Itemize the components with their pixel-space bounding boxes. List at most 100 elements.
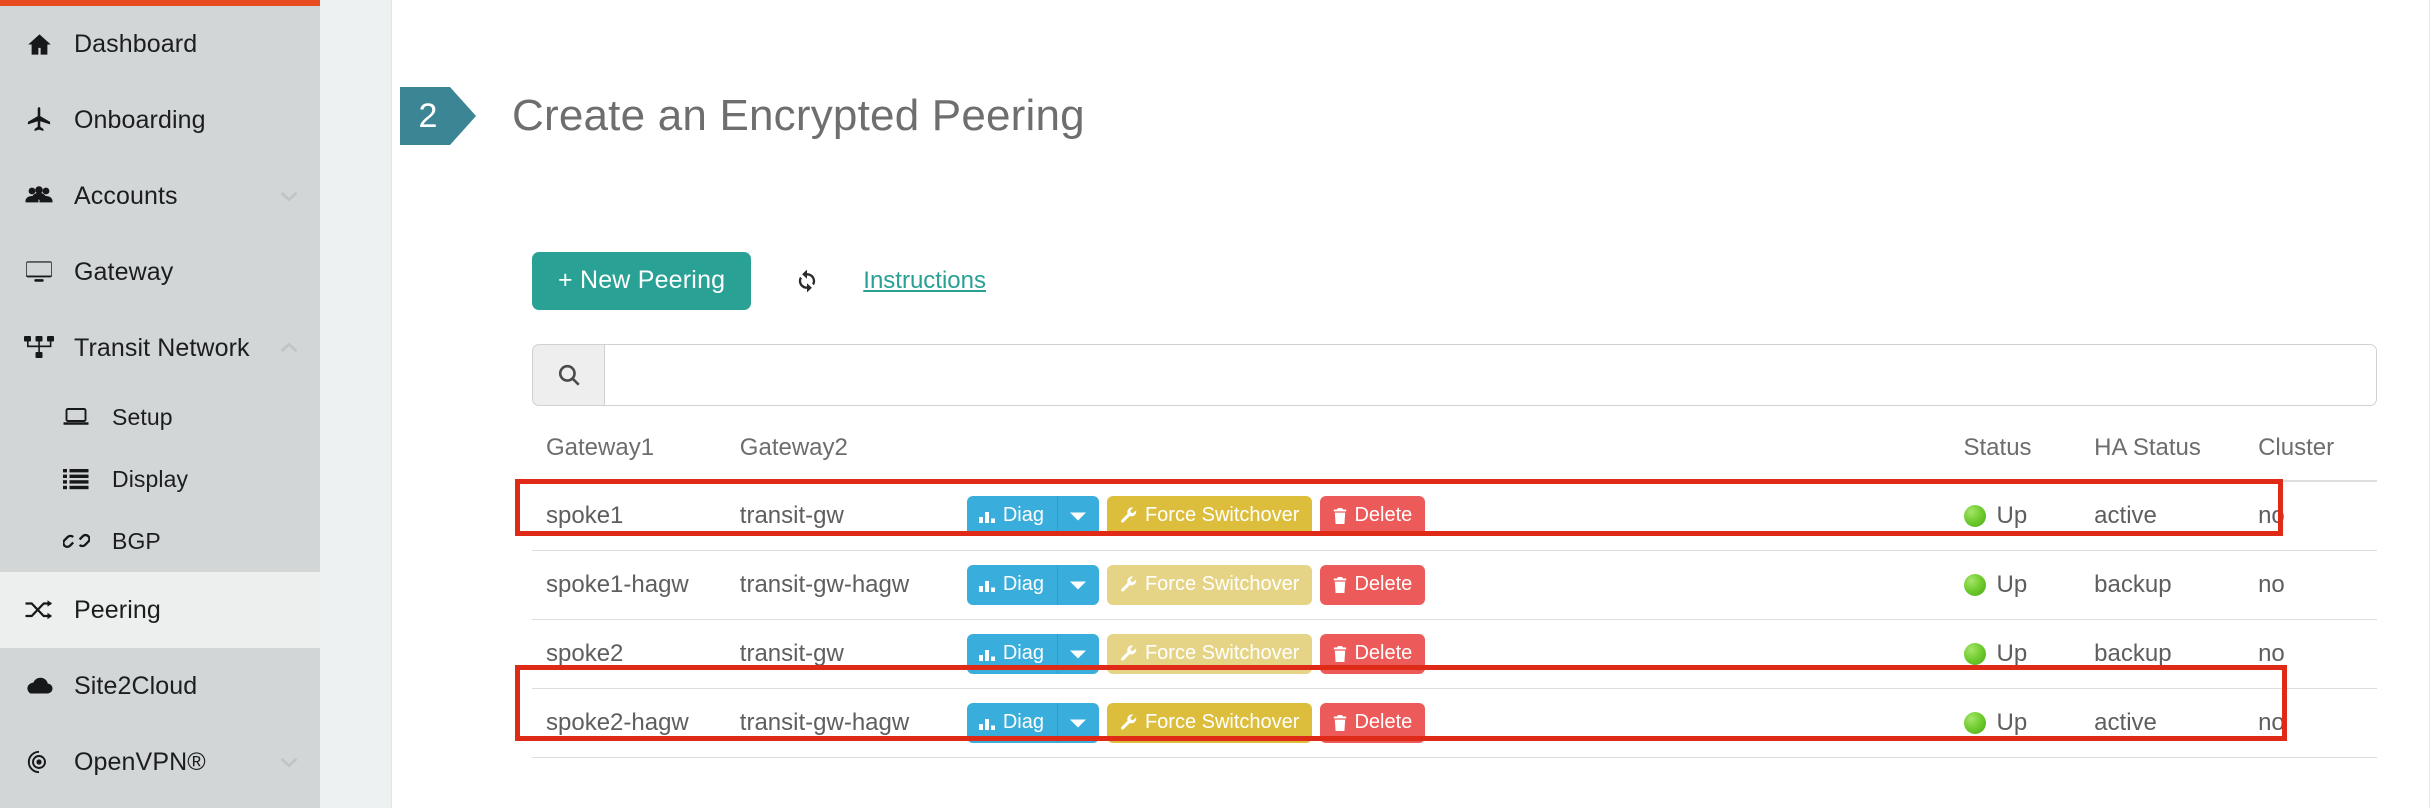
sidebar-item-display[interactable]: Display bbox=[0, 448, 320, 510]
caret-down-icon bbox=[1070, 718, 1086, 728]
sidebar-item-label: BGP bbox=[96, 528, 161, 555]
delete-button[interactable]: Delete bbox=[1320, 634, 1425, 674]
users-icon bbox=[18, 184, 60, 208]
diag-button-label: Diag bbox=[1003, 573, 1044, 596]
column-header-cluster[interactable]: Cluster bbox=[2244, 434, 2377, 481]
app-root: Dashboard Onboarding Accounts bbox=[0, 0, 2430, 808]
diag-button-group: Diag bbox=[967, 634, 1099, 674]
diag-dropdown-button[interactable] bbox=[1057, 565, 1099, 605]
step-badge: 2 bbox=[400, 87, 450, 145]
caret-down-icon bbox=[1070, 649, 1086, 659]
status-label: Up bbox=[1997, 640, 2028, 668]
sidebar-item-label: OpenVPN® bbox=[60, 748, 206, 777]
trash-icon bbox=[1333, 508, 1347, 524]
cell-actions: Diag bbox=[953, 550, 1684, 619]
cloud-icon bbox=[18, 675, 60, 697]
wrench-icon bbox=[1120, 507, 1137, 524]
status-label: Up bbox=[1997, 502, 2028, 530]
column-header-gateway2[interactable]: Gateway2 bbox=[726, 434, 953, 481]
search-icon[interactable] bbox=[532, 344, 604, 406]
sidebar-item-label: Site2Cloud bbox=[60, 672, 197, 701]
table-row[interactable]: spoke2 transit-gw Diag bbox=[532, 619, 2377, 688]
caret-down-icon bbox=[1070, 511, 1086, 521]
cell-ha-status: active bbox=[2080, 481, 2244, 551]
sidebar-item-onboarding[interactable]: Onboarding bbox=[0, 82, 320, 158]
force-switchover-button[interactable]: Force Switchover bbox=[1107, 496, 1313, 536]
delete-button-label: Delete bbox=[1354, 504, 1412, 527]
trash-icon bbox=[1333, 646, 1347, 662]
delete-button[interactable]: Delete bbox=[1320, 496, 1425, 536]
sidebar-item-transit-network[interactable]: Transit Network bbox=[0, 310, 320, 386]
cell-gateway2: transit-gw bbox=[726, 619, 953, 688]
force-switchover-button[interactable]: Force Switchover bbox=[1107, 703, 1313, 743]
diag-dropdown-button[interactable] bbox=[1057, 634, 1099, 674]
diag-button-group: Diag bbox=[967, 703, 1099, 743]
cell-ha-status: backup bbox=[2080, 619, 2244, 688]
chevron-down-icon[interactable] bbox=[274, 181, 304, 211]
refresh-icon[interactable] bbox=[787, 261, 827, 301]
sidebar: Dashboard Onboarding Accounts bbox=[0, 0, 320, 808]
search-input[interactable] bbox=[604, 344, 2377, 406]
chevron-up-icon[interactable] bbox=[274, 333, 304, 363]
table-row[interactable]: spoke1 transit-gw Diag bbox=[532, 481, 2377, 551]
sidebar-item-site2cloud[interactable]: Site2Cloud bbox=[0, 648, 320, 724]
cell-status: Up bbox=[1950, 481, 2081, 551]
cell-gateway1: spoke1-hagw bbox=[532, 550, 726, 619]
shuffle-icon bbox=[18, 598, 60, 622]
sidebar-item-label: Setup bbox=[96, 404, 173, 431]
status-label: Up bbox=[1997, 571, 2028, 599]
diag-button[interactable]: Diag bbox=[967, 703, 1057, 743]
sidebar-item-dashboard[interactable]: Dashboard bbox=[0, 6, 320, 82]
diag-button-label: Diag bbox=[1003, 504, 1044, 527]
cell-actions: Diag bbox=[953, 619, 1684, 688]
sidebar-item-gateway[interactable]: Gateway bbox=[0, 234, 320, 310]
sidebar-item-peering[interactable]: Peering bbox=[0, 572, 320, 648]
bar-chart-icon bbox=[979, 646, 996, 661]
cell-cluster: no bbox=[2244, 481, 2377, 551]
delete-button[interactable]: Delete bbox=[1320, 565, 1425, 605]
column-header-gateway1[interactable]: Gateway1 bbox=[532, 434, 726, 481]
chevron-down-icon[interactable] bbox=[274, 747, 304, 777]
column-header-ha-status[interactable]: HA Status bbox=[2080, 434, 2244, 481]
cell-status: Up bbox=[1950, 619, 2081, 688]
instructions-link[interactable]: Instructions bbox=[863, 267, 986, 295]
broadcast-icon bbox=[18, 748, 60, 776]
column-header-spacer bbox=[1684, 434, 1950, 481]
diag-dropdown-button[interactable] bbox=[1057, 703, 1099, 743]
diag-button[interactable]: Diag bbox=[967, 634, 1057, 674]
wrench-icon bbox=[1120, 576, 1137, 593]
table-row[interactable]: spoke1-hagw transit-gw-hagw Diag bbox=[532, 550, 2377, 619]
delete-button[interactable]: Delete bbox=[1320, 703, 1425, 743]
new-peering-button[interactable]: + New Peering bbox=[532, 252, 751, 310]
sidebar-item-label: Transit Network bbox=[60, 334, 250, 363]
sidebar-item-setup[interactable]: Setup bbox=[0, 386, 320, 448]
sidebar-item-label: Accounts bbox=[60, 182, 178, 211]
monitor-icon bbox=[18, 259, 60, 285]
status-dot-icon bbox=[1964, 574, 1986, 596]
caret-down-icon bbox=[1070, 580, 1086, 590]
cell-gateway2: transit-gw bbox=[726, 481, 953, 551]
sidebar-item-bgp[interactable]: BGP bbox=[0, 510, 320, 572]
sidebar-item-label: Dashboard bbox=[60, 30, 197, 59]
diag-button[interactable]: Diag bbox=[967, 496, 1057, 536]
status-dot-icon bbox=[1964, 643, 1986, 665]
main-content: 2 Create an Encrypted Peering + New Peer… bbox=[392, 0, 2430, 808]
content-gutter bbox=[320, 0, 392, 808]
delete-button-label: Delete bbox=[1354, 642, 1412, 665]
sidebar-item-label: Peering bbox=[60, 596, 161, 625]
sidebar-item-openvpn[interactable]: OpenVPN® bbox=[0, 724, 320, 800]
peering-panel: + New Peering Instructions bbox=[532, 251, 2377, 758]
sidebar-item-accounts[interactable]: Accounts bbox=[0, 158, 320, 234]
table-row[interactable]: spoke2-hagw transit-gw-hagw Diag bbox=[532, 688, 2377, 757]
column-header-status[interactable]: Status bbox=[1950, 434, 2081, 481]
force-switchover-label: Force Switchover bbox=[1145, 711, 1300, 734]
page-title: Create an Encrypted Peering bbox=[512, 91, 1085, 141]
cell-ha-status: active bbox=[2080, 688, 2244, 757]
diag-dropdown-button[interactable] bbox=[1057, 496, 1099, 536]
peering-table: Gateway1 Gateway2 Status HA Status Clust… bbox=[532, 434, 2377, 758]
toolbar: + New Peering Instructions bbox=[532, 251, 2377, 311]
diag-button[interactable]: Diag bbox=[967, 565, 1057, 605]
cell-spacer bbox=[1684, 688, 1950, 757]
bar-chart-icon bbox=[979, 715, 996, 730]
wrench-icon bbox=[1120, 714, 1137, 731]
